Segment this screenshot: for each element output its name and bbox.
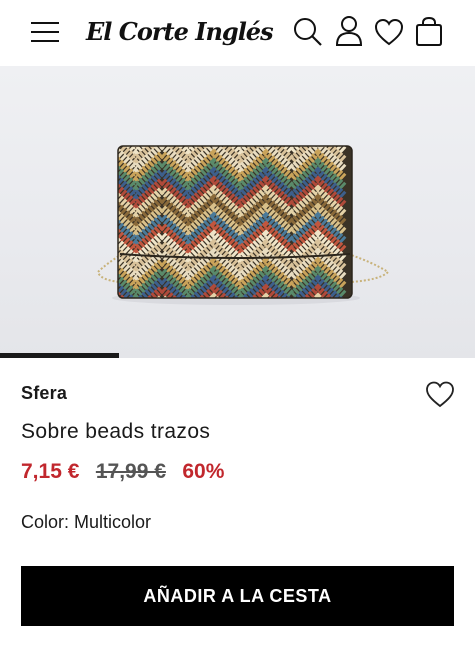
price-current: 7,15 €: [21, 460, 80, 483]
user-icon[interactable]: [334, 15, 364, 47]
color-label: Color: Multicolor: [21, 512, 152, 532]
menu-icon[interactable]: [28, 17, 62, 47]
bead-stripe: [110, 82, 344, 106]
bead-stripe: [118, 146, 347, 148]
bead-stripe: [110, 100, 344, 124]
gallery-progress-fill: [0, 353, 119, 358]
add-to-wishlist-heart-icon[interactable]: [425, 380, 455, 408]
product-gallery[interactable]: [0, 66, 475, 358]
gallery-progress: [0, 353, 475, 358]
product-name: Sobre beads trazos: [21, 420, 211, 443]
site-logo[interactable]: El Corte Inglés: [86, 12, 274, 52]
product-brand[interactable]: Sfera: [21, 383, 67, 404]
heart-icon[interactable]: [374, 17, 404, 47]
bead-stripe: [110, 91, 344, 115]
add-to-cart-button[interactable]: AÑADIR A LA CESTA: [21, 566, 454, 626]
search-icon[interactable]: [292, 16, 324, 48]
bead-stripe: [110, 307, 344, 331]
shopping-bag-icon[interactable]: [414, 15, 444, 47]
price-old: 17,99 €: [95, 460, 166, 483]
bead-stripe: [110, 109, 344, 133]
site-header: El Corte Inglés: [0, 0, 475, 66]
bead-stripe: [110, 325, 344, 349]
price-row: 7,15 € 17,99 € 60%: [21, 460, 224, 484]
discount-badge: 60%: [182, 460, 225, 483]
product-image-clutch[interactable]: [0, 66, 475, 358]
bead-stripe: [110, 316, 344, 340]
